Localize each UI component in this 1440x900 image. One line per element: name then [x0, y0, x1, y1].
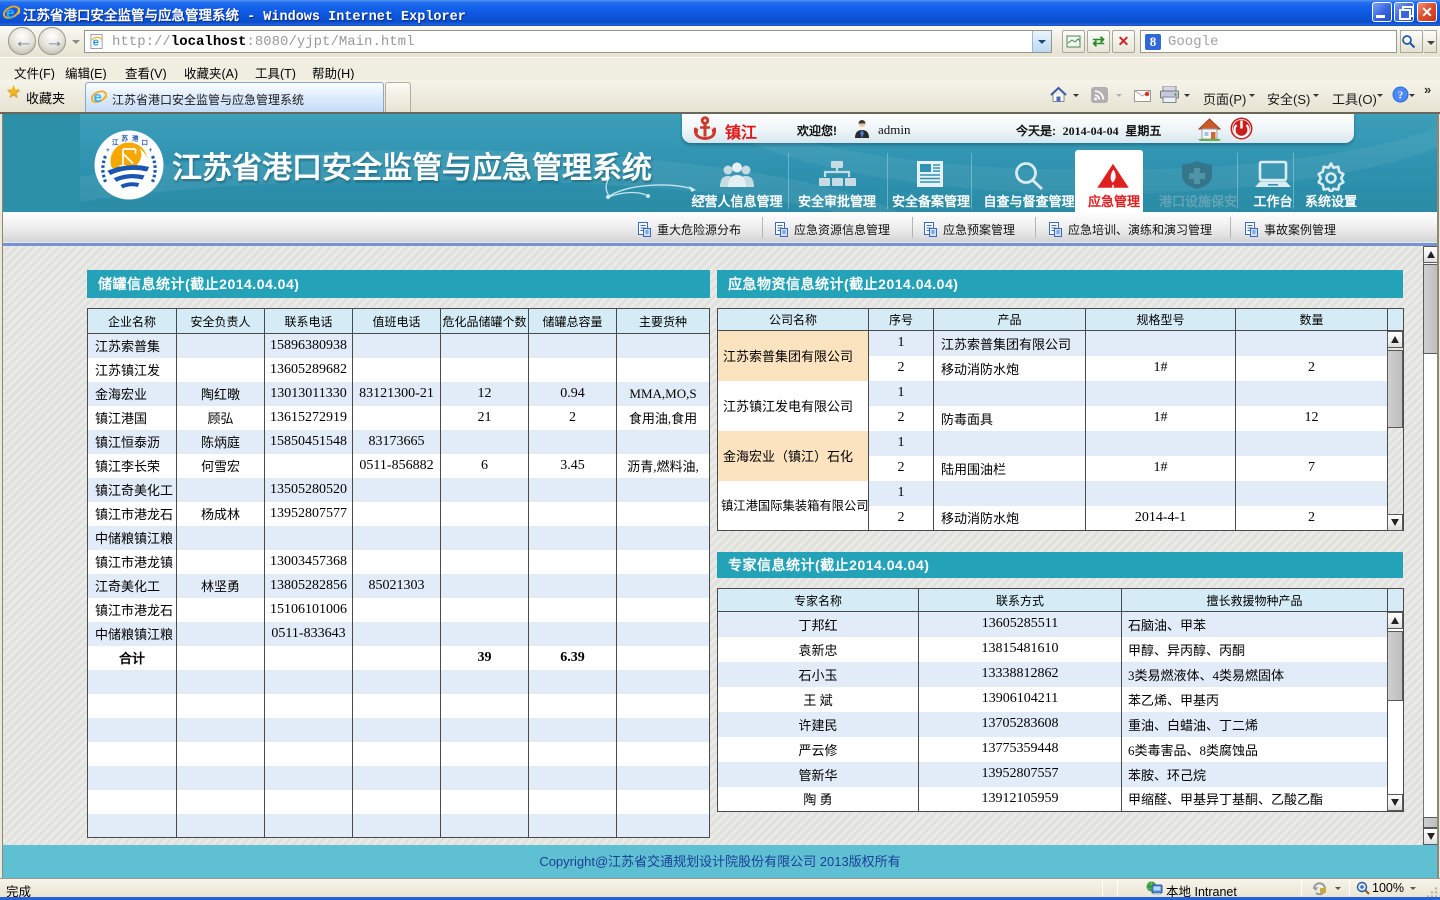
svg-text:e: e [6, 5, 15, 21]
svg-text:?: ? [1398, 90, 1404, 102]
svg-text:苏: 苏 [122, 134, 129, 143]
svg-text:江: 江 [112, 138, 119, 147]
svg-text:口: 口 [142, 139, 149, 147]
svg-text:e: e [94, 90, 102, 105]
svg-text:港: 港 [132, 134, 139, 143]
